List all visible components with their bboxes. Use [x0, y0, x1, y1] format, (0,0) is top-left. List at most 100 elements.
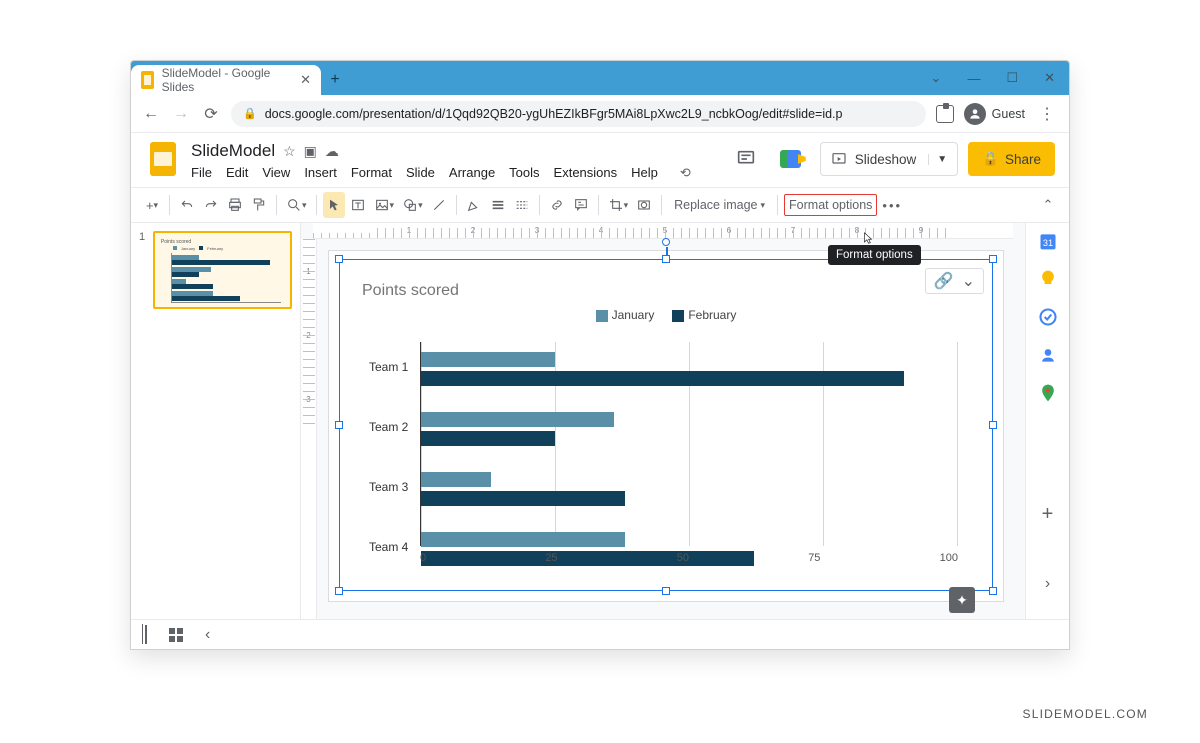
bar	[421, 371, 904, 386]
menu-edit[interactable]: Edit	[226, 165, 248, 181]
more-button[interactable]: •••	[879, 192, 905, 218]
chevron-down-icon[interactable]: ⌄	[931, 70, 942, 86]
watermark: SLIDEMODEL.COM	[1023, 707, 1149, 721]
close-window-icon[interactable]: ✕	[1044, 70, 1055, 86]
meet-icon[interactable]	[774, 141, 810, 177]
menu-help[interactable]: Help	[631, 165, 658, 181]
calendar-icon[interactable]: 31	[1038, 231, 1058, 251]
format-options-button[interactable]: Format options	[784, 194, 877, 216]
image-tool[interactable]: ▾	[371, 192, 398, 218]
new-slide-button[interactable]: +▾	[141, 192, 163, 218]
line-tool[interactable]	[428, 192, 450, 218]
doc-header: SlideModel ☆ ▣ ☁ File Edit View Insert Forma…	[131, 133, 1069, 181]
slideshow-button[interactable]: Slideshow ▼	[820, 142, 958, 176]
chevron-left-icon[interactable]: ‹	[205, 626, 210, 644]
resize-handle[interactable]	[989, 421, 997, 429]
keep-icon[interactable]	[1038, 269, 1058, 289]
close-tab-icon[interactable]: ✕	[300, 72, 311, 88]
collapse-toolbar-icon[interactable]: ⌃	[1037, 192, 1059, 218]
slideshow-dropdown-icon[interactable]: ▼	[928, 154, 947, 165]
resize-handle[interactable]	[989, 255, 997, 263]
menu-arrange[interactable]: Arrange	[449, 165, 495, 181]
link-button[interactable]	[546, 192, 568, 218]
address-bar[interactable]: 🔒 docs.google.com/presentation/d/1Qqd92Q…	[231, 101, 926, 127]
new-tab-button[interactable]: +	[321, 65, 349, 95]
chart: Points scored JanuaryFebruary Team 1 Team…	[362, 282, 970, 574]
menu-view[interactable]: View	[262, 165, 290, 181]
resize-handle[interactable]	[335, 255, 343, 263]
browser-menu-icon[interactable]: ⋮	[1035, 104, 1059, 124]
paint-format-button[interactable]	[248, 192, 270, 218]
menubar: File Edit View Insert Format Slide Arrange Tool…	[191, 161, 691, 181]
resize-handle[interactable]	[335, 587, 343, 595]
zoom-button[interactable]: ▾	[283, 192, 310, 218]
contacts-icon[interactable]	[1038, 345, 1058, 365]
replace-image-button[interactable]: Replace image▾	[668, 198, 771, 212]
category-label: Team 1	[369, 360, 408, 374]
extensions-icon[interactable]	[936, 105, 954, 123]
chart-legend: JanuaryFebruary	[362, 308, 970, 322]
hide-sidepanel-icon[interactable]: ›	[1038, 575, 1058, 595]
mask-button[interactable]	[633, 192, 655, 218]
lock-icon: 🔒	[243, 107, 257, 120]
print-button[interactable]	[224, 192, 246, 218]
star-icon[interactable]: ☆	[283, 143, 296, 160]
reload-button[interactable]: ⟳	[201, 104, 221, 124]
border-dash-button[interactable]	[511, 192, 533, 218]
maximize-icon[interactable]: ☐	[1006, 70, 1018, 86]
resize-handle[interactable]	[989, 587, 997, 595]
thumb-index: 1	[139, 231, 149, 309]
x-tick: 50	[677, 552, 689, 564]
textbox-tool[interactable]	[347, 192, 369, 218]
redo-button[interactable]	[200, 192, 222, 218]
bar	[421, 491, 625, 506]
slide-thumbnail[interactable]: Points scored January February	[153, 231, 292, 309]
last-edit-icon[interactable]: ⟲	[680, 165, 691, 181]
add-addon-icon[interactable]: +	[1038, 503, 1058, 523]
menu-insert[interactable]: Insert	[304, 165, 337, 181]
svg-text:31: 31	[1042, 238, 1052, 248]
move-icon[interactable]: ▣	[304, 143, 317, 160]
comment-button[interactable]	[570, 192, 592, 218]
shape-tool[interactable]: ▾	[399, 192, 426, 218]
tasks-icon[interactable]	[1038, 307, 1058, 327]
chart-title: Points scored	[362, 282, 970, 300]
cloud-status-icon[interactable]: ☁	[325, 143, 339, 160]
back-button[interactable]: ←	[141, 105, 161, 123]
selection-box[interactable]: 🔗 ⌄ Points scored JanuaryFebruary Team 1…	[339, 259, 993, 591]
select-tool[interactable]	[323, 192, 345, 218]
border-weight-button[interactable]	[487, 192, 509, 218]
comments-icon[interactable]	[728, 141, 764, 177]
explore-button[interactable]: ✦	[949, 587, 975, 613]
menu-format[interactable]: Format	[351, 165, 392, 181]
category-label: Team 3	[369, 480, 408, 494]
window-controls: ⌄ — ☐ ✕	[917, 61, 1069, 95]
undo-button[interactable]	[176, 192, 198, 218]
maps-icon[interactable]	[1038, 383, 1058, 403]
resize-handle[interactable]	[662, 255, 670, 263]
profile-chip[interactable]: Guest	[964, 103, 1025, 125]
filmstrip-view-button[interactable]	[145, 626, 147, 644]
resize-handle[interactable]	[662, 587, 670, 595]
crop-button[interactable]: ▾	[605, 192, 632, 218]
menu-extensions[interactable]: Extensions	[554, 165, 618, 181]
forward-button[interactable]: →	[171, 105, 191, 123]
browser-tab-active[interactable]: SlideModel - Google Slides ✕	[131, 65, 321, 95]
minimize-icon[interactable]: —	[967, 71, 980, 86]
bar	[421, 412, 614, 427]
doc-title[interactable]: SlideModel	[191, 141, 275, 161]
slide[interactable]: 🔗 ⌄ Points scored JanuaryFebruary Team 1…	[329, 251, 1003, 601]
grid-view-button[interactable]	[169, 628, 183, 642]
browser-titlebar: SlideModel - Google Slides ✕ + ⌄ — ☐ ✕	[131, 61, 1069, 95]
border-color-button[interactable]	[463, 192, 485, 218]
share-button[interactable]: 🔒 Share	[968, 142, 1055, 176]
share-label: Share	[1005, 152, 1041, 167]
menu-slide[interactable]: Slide	[406, 165, 435, 181]
menu-file[interactable]: File	[191, 165, 212, 181]
thumbnail-panel: 1 Points scored January February	[131, 223, 301, 619]
slides-logo-icon[interactable]	[145, 141, 181, 177]
rotate-handle[interactable]	[662, 238, 670, 246]
canvas[interactable]: 123456789 123 🔗 ⌄	[301, 223, 1025, 619]
menu-tools[interactable]: Tools	[509, 165, 539, 181]
resize-handle[interactable]	[335, 421, 343, 429]
